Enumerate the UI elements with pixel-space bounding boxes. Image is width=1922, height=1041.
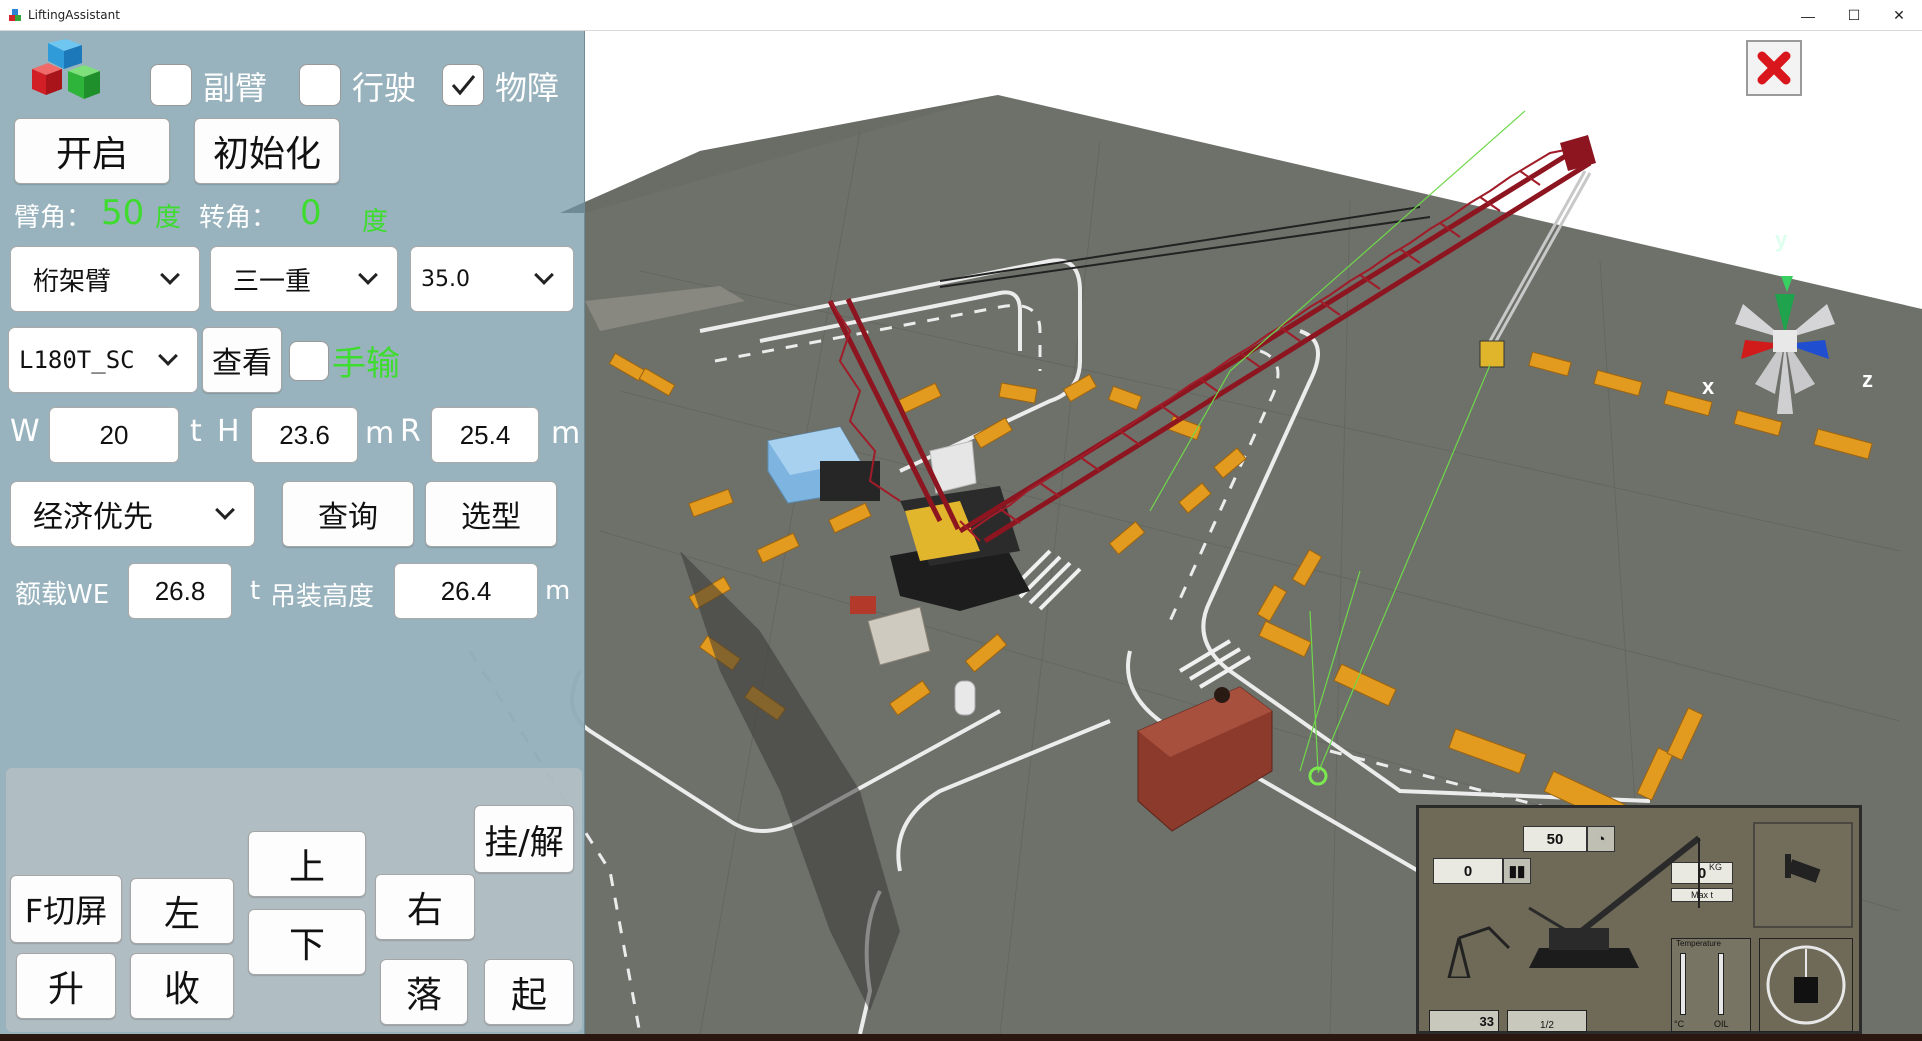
move-up-button[interactable]: 上	[248, 831, 366, 897]
lift-height-label: 吊装高度	[270, 582, 375, 612]
crane-model-value: L180T_SC	[19, 346, 135, 374]
manual-input-label: 手输	[332, 344, 400, 384]
window-title: LiftingAssistant	[28, 8, 120, 22]
chevron-down-icon	[215, 500, 235, 520]
lift-hook-button[interactable]: 起	[484, 959, 574, 1025]
boom-angle-unit: 度	[155, 203, 182, 233]
turn-angle-value: 0	[300, 193, 322, 233]
axis-x-label: x	[1702, 374, 1715, 399]
turn-angle-unit: 度	[362, 207, 389, 237]
radius-input[interactable]: 25.4	[431, 407, 539, 463]
oil-thermometer-icon	[1718, 953, 1724, 1015]
coolant-thermometer-icon	[1680, 953, 1686, 1015]
obstacle-label: 物障	[495, 69, 560, 107]
strategy-select[interactable]: 经济优先	[10, 481, 255, 547]
temperature-panel: Temperature °C OIL	[1671, 938, 1751, 1032]
lower-hook-button[interactable]: 落	[380, 959, 468, 1025]
gear-readout: 1/2	[1507, 1010, 1587, 1032]
scene-close-button[interactable]	[1746, 40, 1802, 96]
lift-height-output: 26.4	[394, 563, 538, 619]
chevron-down-icon	[358, 265, 378, 285]
turn-angle-label: 转角：	[199, 203, 278, 233]
view-button[interactable]: 查看	[202, 327, 282, 393]
rated-load-unit: t	[250, 576, 261, 606]
height-unit: m	[365, 416, 395, 451]
app-logo	[32, 39, 100, 99]
jib-checkbox[interactable]	[150, 64, 192, 106]
obstacle-checkbox[interactable]	[442, 64, 484, 106]
move-left-button[interactable]: 左	[130, 878, 234, 944]
check-icon	[451, 75, 476, 96]
minimize-button[interactable]: —	[1785, 0, 1831, 31]
window-titlebar: LiftingAssistant — ☐ ✕	[0, 0, 1922, 31]
radius-label: R	[400, 414, 421, 449]
temperature-label: Temperature	[1676, 939, 1721, 948]
hook-toggle-button[interactable]: 挂/解	[474, 805, 574, 873]
boom-length-value: 35.0	[421, 266, 470, 292]
compass-panel	[1759, 938, 1853, 1032]
manual-input-checkbox[interactable]	[289, 341, 329, 381]
close-x-icon	[1757, 51, 1791, 85]
query-button[interactable]: 查询	[282, 481, 414, 547]
radius-unit: m	[551, 416, 581, 451]
camera-panel[interactable]	[1753, 822, 1853, 928]
boom-raise-button[interactable]: 升	[16, 953, 116, 1019]
lift-height-unit: m	[545, 576, 571, 606]
axis-z-label: z	[1862, 367, 1873, 392]
control-panel: 副臂 行驶 物障 开启 初始化 臂角： 50 度 转角： 0 度 桁架臂 三一重…	[0, 31, 585, 1034]
move-right-button[interactable]: 右	[375, 874, 475, 940]
travel-label: 行驶	[352, 69, 417, 107]
init-button[interactable]: 初始化	[194, 118, 340, 184]
jib-label: 副臂	[203, 69, 268, 107]
axis-gizmo[interactable]	[1715, 264, 1875, 444]
chevron-down-icon	[160, 265, 180, 285]
manufacturer-value: 三一重	[233, 266, 312, 297]
travel-checkbox[interactable]	[299, 64, 341, 106]
temp-c-label: °C	[1674, 1019, 1685, 1029]
weight-input[interactable]: 20	[49, 407, 179, 463]
rated-load-output: 26.8	[128, 563, 232, 619]
boom-angle-label: 臂角：	[14, 203, 93, 233]
height-input[interactable]: 23.6	[251, 407, 358, 463]
taskbar-strip	[0, 1034, 1922, 1041]
strategy-value: 经济优先	[33, 500, 153, 535]
retract-button[interactable]: 收	[130, 953, 234, 1019]
window-close-button[interactable]: ✕	[1876, 0, 1922, 31]
app-icon	[9, 9, 21, 21]
move-down-button[interactable]: 下	[248, 909, 366, 975]
height-label: H	[217, 414, 240, 449]
axis-y-label: y	[1775, 227, 1788, 252]
boom-type-value: 桁架臂	[33, 266, 112, 297]
crane-status-hud: 50 ◔ 0 ▮▮ 0 KG Max t Temperature °C OIL …	[1416, 805, 1862, 1034]
start-button[interactable]: 开启	[14, 118, 170, 184]
boom-angle-value: 50	[101, 193, 145, 233]
boom-type-select[interactable]: 桁架臂	[10, 246, 200, 312]
camera-icon	[1785, 854, 1821, 883]
temp-oil-label: OIL	[1714, 1019, 1729, 1029]
compass-icon	[1766, 945, 1846, 1025]
boom-length-select[interactable]: 35.0	[410, 246, 574, 312]
crane-model-select[interactable]: L180T_SC	[8, 327, 198, 393]
rated-load-label: 额载WE	[15, 580, 110, 610]
speed-readout: 33	[1429, 1010, 1499, 1032]
weight-label: W	[10, 414, 40, 449]
select-model-button[interactable]: 选型	[425, 481, 557, 547]
weight-unit: t	[190, 414, 202, 449]
switch-screen-button[interactable]: F切屏	[10, 875, 122, 943]
manufacturer-select[interactable]: 三一重	[210, 246, 398, 312]
chevron-down-icon	[158, 346, 178, 366]
chevron-down-icon	[534, 265, 554, 285]
maximize-button[interactable]: ☐	[1831, 0, 1877, 31]
